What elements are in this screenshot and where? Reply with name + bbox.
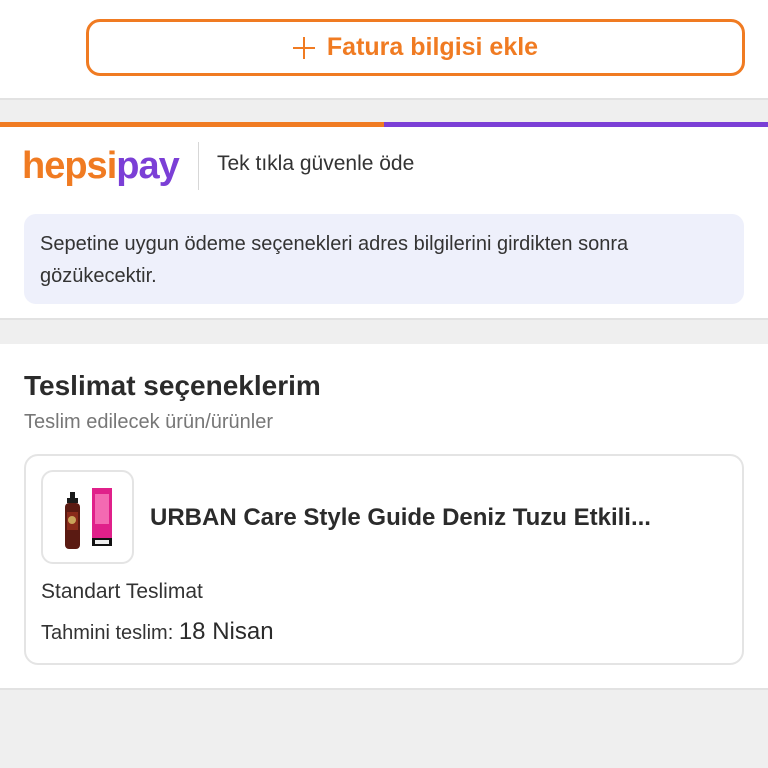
product-thumbnail[interactable] — [41, 470, 134, 564]
add-invoice-button[interactable]: Fatura bilgisi ekle — [86, 19, 745, 76]
hepsipay-logo-hepsi: hepsi — [22, 145, 117, 187]
hepsipay-accent-bar-purple — [384, 122, 768, 127]
plus-icon — [292, 36, 315, 59]
product-name[interactable]: URBAN Care Style Guide Deniz Tuzu Etkili… — [150, 504, 730, 532]
delivery-product-card[interactable]: URBAN Care Style Guide Deniz Tuzu Etkili… — [24, 454, 744, 665]
delivery-subtitle: Teslim edilecek ürün/ürünler — [24, 411, 274, 433]
hepsipay-tagline: Tek tıkla güvenle öde — [217, 152, 415, 175]
add-invoice-label: Fatura bilgisi ekle — [326, 33, 539, 61]
hepsipay-logo: hepsipay — [22, 144, 180, 188]
invoice-section: Fatura bilgisi ekle — [0, 0, 768, 100]
hepsipay-section: hepsipay Tek tıkla güvenle öde Sepetine … — [0, 122, 768, 320]
divider — [198, 142, 199, 190]
estimate-label: Tahmini teslim: — [41, 622, 174, 644]
delivery-type: Standart Teslimat — [41, 580, 203, 603]
payment-info-message: Sepetine uygun ödeme seçenekleri adres b… — [24, 214, 744, 304]
product-bottle-icon — [65, 488, 112, 549]
delivery-title: Teslimat seçeneklerim — [24, 370, 321, 401]
estimated-delivery: Tahmini teslim: 18 Nisan — [41, 618, 274, 646]
estimate-date: 18 Nisan — [178, 618, 274, 645]
hepsipay-accent-bar-orange — [0, 122, 384, 127]
delivery-section: Teslimat seçeneklerim Teslim edilecek ür… — [0, 344, 768, 690]
hepsipay-logo-pay: pay — [116, 145, 179, 187]
